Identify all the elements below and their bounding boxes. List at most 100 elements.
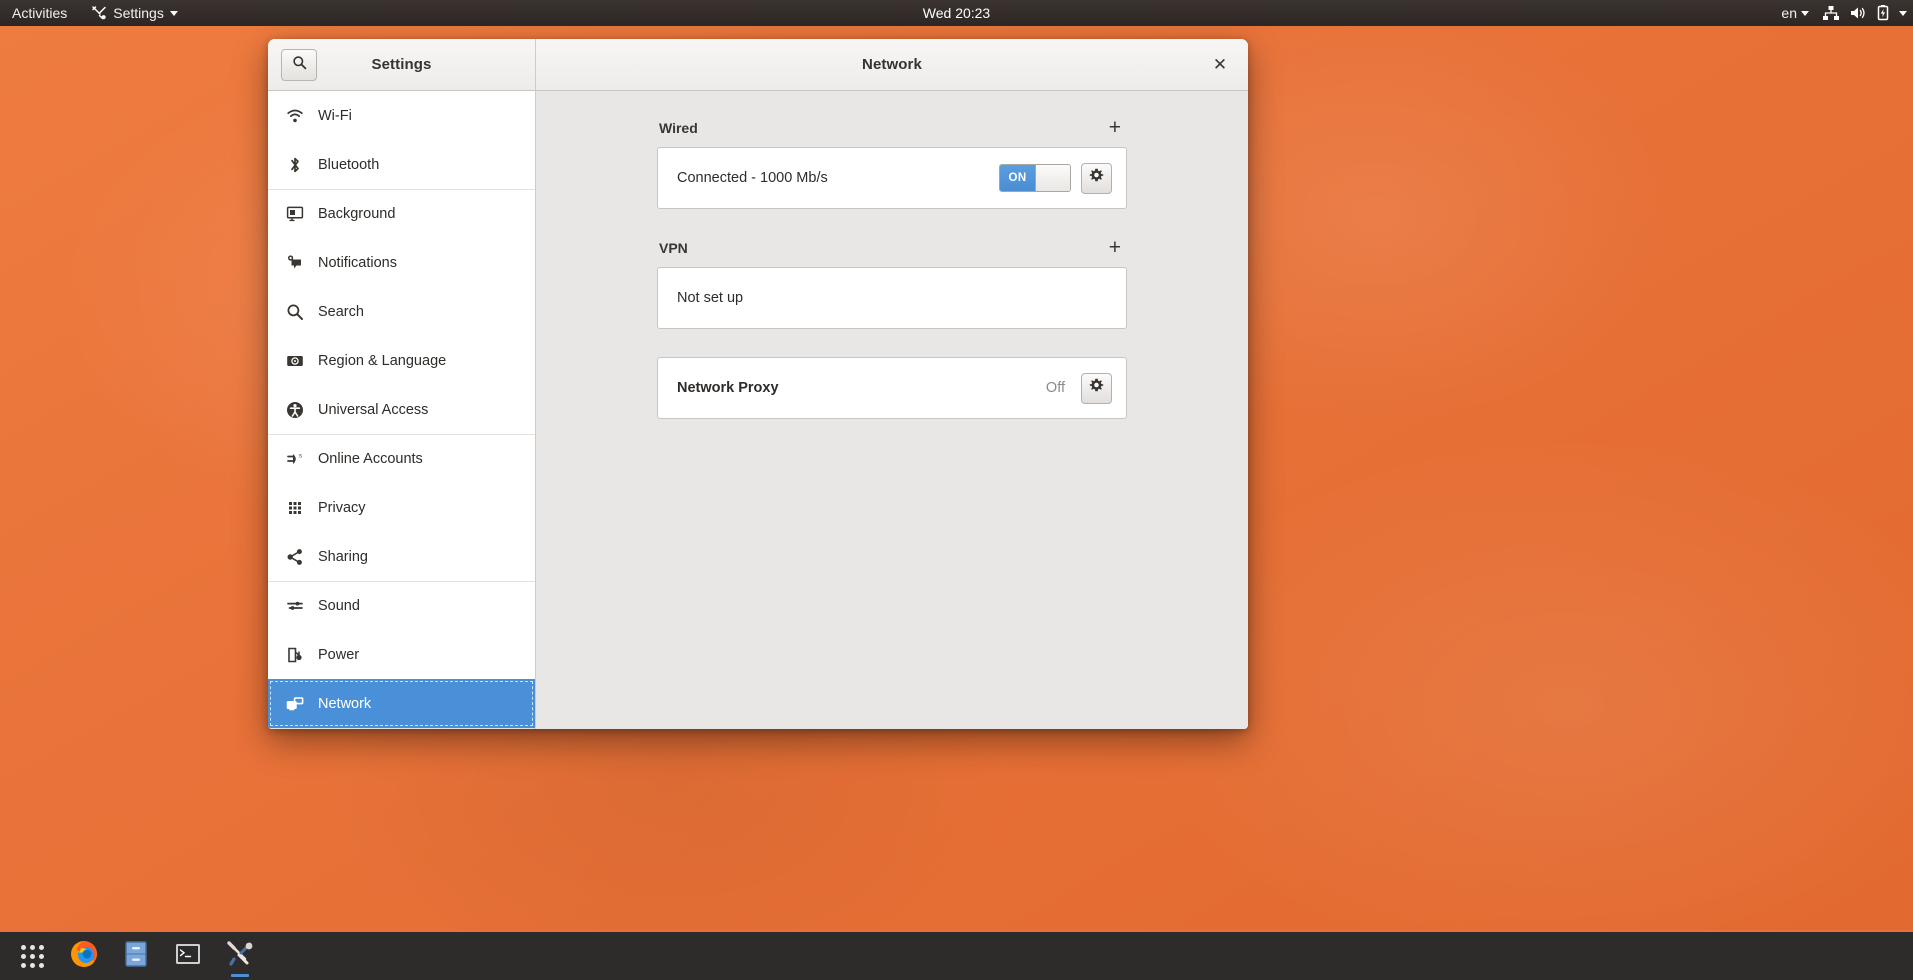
- sidebar-item-label: Search: [318, 303, 364, 320]
- vpn-section-header: VPN +: [657, 237, 1127, 267]
- sidebar-item-network[interactable]: Network: [268, 679, 535, 728]
- svg-text:s: s: [299, 454, 302, 460]
- add-wired-connection-button[interactable]: +: [1105, 117, 1125, 138]
- file-manager-launcher[interactable]: [114, 934, 158, 978]
- tools-icon: [91, 5, 107, 21]
- network-wired-icon[interactable]: [1822, 5, 1840, 21]
- keyboard-layout-label: en: [1781, 5, 1797, 21]
- sidebar-item-label: Background: [318, 206, 396, 222]
- add-vpn-button[interactable]: +: [1105, 237, 1125, 258]
- wired-settings-button[interactable]: [1081, 162, 1112, 194]
- sidebar-item-bluetooth[interactable]: Bluetooth: [268, 140, 535, 189]
- terminal-icon: [173, 939, 203, 974]
- system-menu-chevron-icon[interactable]: [1899, 10, 1907, 16]
- close-button[interactable]: ✕: [1206, 51, 1234, 79]
- universal-access-icon: [286, 401, 304, 419]
- close-icon: ✕: [1212, 54, 1228, 74]
- search-icon: [286, 303, 304, 321]
- sidebar-item-background[interactable]: Background: [268, 189, 535, 238]
- sound-icon: [286, 597, 304, 615]
- volume-icon[interactable]: [1849, 5, 1867, 21]
- sidebar-item-label: Bluetooth: [318, 156, 380, 173]
- privacy-icon: [286, 499, 304, 517]
- top-bar: Activities Settings Wed 20:23 en: [0, 0, 1913, 26]
- chevron-down-icon: [169, 10, 178, 16]
- show-applications-button[interactable]: [10, 934, 54, 978]
- sidebar-item-online-accounts[interactable]: s Online Accounts: [268, 434, 535, 483]
- keyboard-layout-indicator[interactable]: en: [1777, 0, 1813, 26]
- content-header: Network ✕: [536, 39, 1248, 90]
- sharing-icon: [286, 548, 304, 566]
- gear-icon: [1089, 168, 1104, 188]
- sidebar-item-label: Universal Access: [318, 401, 429, 418]
- terminal-launcher[interactable]: [166, 934, 210, 978]
- wired-toggle-knob: [1035, 165, 1070, 191]
- activities-button[interactable]: Activities: [0, 0, 79, 26]
- sidebar-item-notifications[interactable]: Notifications: [268, 238, 535, 287]
- network-proxy-row[interactable]: Network Proxy Off: [658, 358, 1126, 418]
- tools-icon: [225, 939, 255, 974]
- sidebar-item-label: Notifications: [318, 254, 397, 271]
- sidebar-item-label: Online Accounts: [318, 451, 423, 467]
- gear-icon: [1089, 378, 1104, 398]
- sidebar-item-label: Network: [318, 695, 372, 712]
- sidebar-item-label: Sharing: [318, 548, 368, 565]
- region-language-icon: [286, 352, 304, 370]
- clock[interactable]: Wed 20:23: [0, 5, 1913, 21]
- grid-icon: [20, 944, 44, 968]
- vpn-status-label: Not set up: [677, 290, 744, 306]
- sidebar-item-label: Sound: [318, 598, 360, 614]
- wifi-icon: [286, 107, 304, 125]
- wired-section-header: Wired +: [657, 117, 1127, 147]
- wired-toggle[interactable]: ON: [999, 164, 1071, 192]
- settings-launcher[interactable]: [218, 934, 262, 978]
- sidebar-item-universal-access[interactable]: Universal Access: [268, 385, 535, 434]
- background-icon: [286, 205, 304, 223]
- sidebar-item-sharing[interactable]: Sharing: [268, 532, 535, 581]
- wired-status-label: Connected - 1000 Mb/s: [677, 170, 828, 186]
- files-icon: [121, 939, 151, 974]
- sidebar-item-partial[interactable]: [268, 728, 535, 729]
- top-bar-left: Activities Settings: [0, 0, 190, 26]
- network-icon: [286, 695, 304, 713]
- power-icon: [286, 646, 304, 664]
- sidebar-item-search[interactable]: Search: [268, 287, 535, 336]
- window-body: Wi-Fi Bluetooth Background Notifications…: [268, 91, 1248, 729]
- sidebar-item-wifi[interactable]: Wi-Fi: [268, 91, 535, 140]
- sidebar-item-privacy[interactable]: Privacy: [268, 483, 535, 532]
- sidebar-item-sound[interactable]: Sound: [268, 581, 535, 630]
- sidebar-item-region-language[interactable]: Region & Language: [268, 336, 535, 385]
- bluetooth-icon: [286, 156, 304, 174]
- top-bar-status-area: en: [1777, 0, 1907, 26]
- vpn-section-title: VPN: [659, 239, 688, 256]
- activities-label: Activities: [12, 5, 68, 21]
- settings-window: Settings Network ✕ Wi-Fi Bluetooth Backg…: [268, 39, 1248, 729]
- search-icon: [292, 55, 307, 75]
- sidebar-item-label: Wi-Fi: [318, 107, 352, 124]
- page-title: Network: [862, 56, 922, 73]
- chevron-down-icon: [1801, 10, 1809, 16]
- vpn-card: Not set up: [657, 267, 1127, 329]
- wired-section-title: Wired: [659, 119, 698, 136]
- notifications-icon: [286, 254, 304, 272]
- proxy-card: Network Proxy Off: [657, 357, 1127, 419]
- app-menu-button[interactable]: Settings: [79, 0, 190, 26]
- online-accounts-icon: s: [286, 450, 304, 468]
- sidebar-item-power[interactable]: Power: [268, 630, 535, 679]
- network-panel: Wired + Connected - 1000 Mb/s ON VPN + N…: [536, 91, 1248, 729]
- taskbar: [0, 930, 1913, 980]
- wired-card: Connected - 1000 Mb/s ON: [657, 147, 1127, 209]
- settings-sidebar[interactable]: Wi-Fi Bluetooth Background Notifications…: [268, 91, 536, 729]
- network-proxy-settings-button[interactable]: [1081, 372, 1112, 404]
- network-proxy-value: Off: [1045, 380, 1065, 396]
- app-menu-label: Settings: [113, 5, 164, 21]
- sidebar-item-label: Region & Language: [318, 352, 447, 369]
- wired-connection-row[interactable]: Connected - 1000 Mb/s ON: [658, 148, 1126, 208]
- vpn-row[interactable]: Not set up: [658, 268, 1126, 328]
- network-proxy-label: Network Proxy: [677, 380, 779, 396]
- search-button[interactable]: [281, 48, 317, 81]
- firefox-launcher[interactable]: [62, 934, 106, 978]
- sidebar-item-label: Privacy: [318, 499, 366, 516]
- sidebar-header: Settings: [268, 39, 536, 90]
- battery-icon[interactable]: [1876, 5, 1890, 21]
